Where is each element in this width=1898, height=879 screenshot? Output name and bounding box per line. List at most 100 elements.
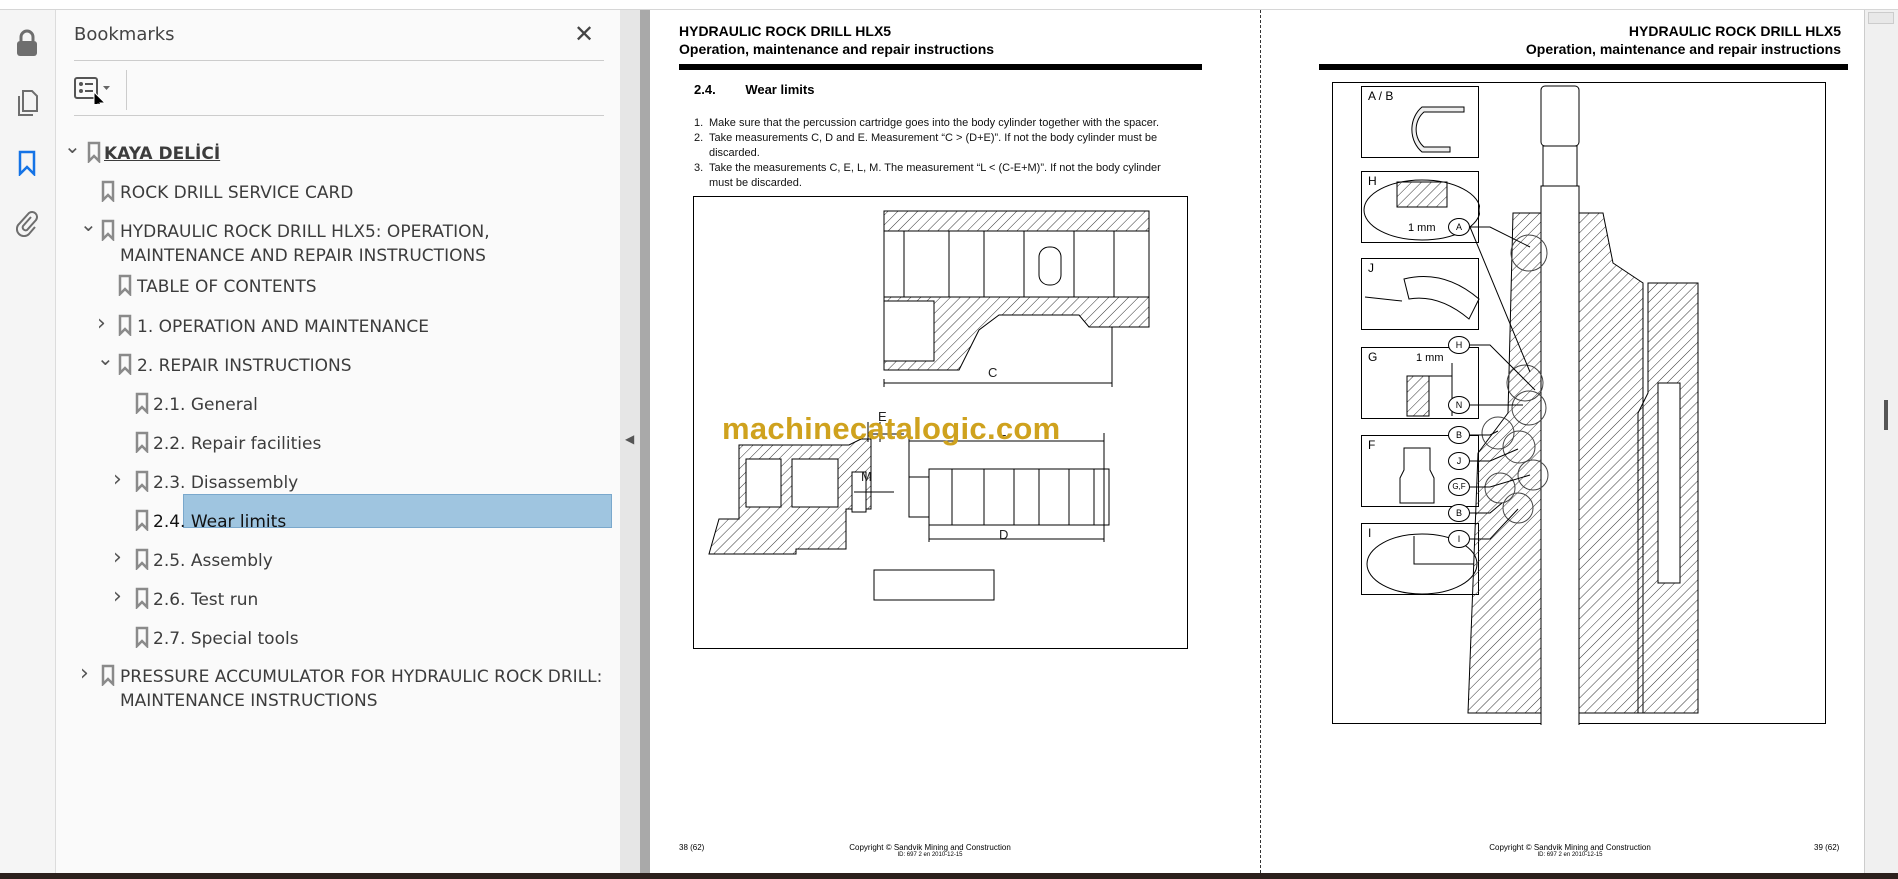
divider bbox=[74, 60, 604, 61]
bookmark-item[interactable]: 2.1. General bbox=[56, 391, 606, 421]
copyright-text: Copyright © Sandvik Mining and Construct… bbox=[1489, 843, 1651, 852]
bookmark-label: 2.5. Assembly bbox=[153, 549, 273, 573]
vertical-scrollbar[interactable] bbox=[1864, 10, 1898, 873]
chevron-down-icon[interactable]: ⌄ bbox=[80, 212, 97, 236]
bookmark-item[interactable]: › 1. OPERATION AND MAINTENANCE bbox=[56, 311, 606, 343]
section-title: Wear limits bbox=[745, 82, 815, 97]
wear-points-figure: A / B H 1 mm J G 1 mm F I A H N B J G,F … bbox=[1332, 82, 1826, 725]
bookmark-item[interactable]: › 2.5. Assembly bbox=[56, 545, 606, 577]
bookmark-item[interactable]: TABLE OF CONTENTS bbox=[56, 273, 606, 303]
bookmark-label-line: 2.7. Special tools bbox=[153, 629, 299, 649]
bookmark-item[interactable]: › 2.6. Test run bbox=[56, 584, 606, 616]
step-text-cont: discarded. bbox=[709, 147, 760, 159]
chevron-down-icon[interactable]: ⌄ bbox=[97, 346, 114, 370]
step-number: 3. bbox=[694, 162, 704, 174]
chevron-right-icon[interactable]: › bbox=[113, 467, 127, 492]
bookmark-item[interactable]: ⌄ HYDRAULIC ROCK DRILL HLX5: OPERATION, MA… bbox=[56, 212, 606, 266]
bookmark-label-line: HYDRAULIC ROCK DRILL HLX5: OPERATION, bbox=[120, 222, 490, 242]
bookmark-icon bbox=[118, 274, 132, 298]
bookmark-item[interactable]: ⌄ 2. REPAIR INSTRUCTIONS bbox=[56, 346, 606, 382]
callout-i: I bbox=[1448, 530, 1470, 548]
header-subtitle: Operation, maintenance and repair instru… bbox=[1525, 41, 1841, 57]
bookmark-label-line: PRESSURE ACCUMULATOR FOR HYDRAULIC ROCK … bbox=[120, 667, 603, 687]
bookmark-label-line: TABLE OF CONTENTS bbox=[137, 277, 317, 297]
bookmark-label: PRESSURE ACCUMULATOR FOR HYDRAULIC ROCK … bbox=[120, 665, 602, 713]
callout-j: J bbox=[1448, 452, 1470, 470]
bookmark-icon bbox=[135, 392, 149, 416]
callout-a: A bbox=[1448, 218, 1470, 236]
bookmark-label-line: 2.3. Disassembly bbox=[153, 473, 299, 493]
section-number: 2.4. bbox=[694, 82, 716, 97]
bookmark-icon bbox=[118, 353, 132, 377]
toolbar-separator bbox=[126, 70, 127, 110]
bookmark-item[interactable]: 2.4. Wear limits bbox=[56, 508, 606, 538]
page-number: 38 (62) bbox=[679, 843, 705, 852]
left-tool-rail bbox=[0, 10, 56, 873]
collapse-panel-icon[interactable]: ◀ bbox=[625, 432, 635, 448]
bookmark-item[interactable]: 2.7. Special tools bbox=[56, 625, 606, 655]
panel-title: Bookmarks bbox=[74, 24, 175, 45]
step-number: 1. bbox=[694, 117, 704, 129]
right-page-header: HYDRAULIC ROCK DRILL HLX5 Operation, mai… bbox=[1400, 22, 1841, 58]
bookmark-label-line: MAINTENANCE INSTRUCTIONS bbox=[120, 691, 378, 711]
bookmark-label: 2.4. Wear limits bbox=[153, 510, 286, 534]
divider bbox=[74, 115, 604, 116]
bookmark-item[interactable]: ROCK DRILL SERVICE CARD bbox=[56, 179, 606, 209]
header-title: HYDRAULIC ROCK DRILL HLX5 bbox=[679, 23, 892, 39]
bookmark-item[interactable]: 2.2. Repair facilities bbox=[56, 430, 606, 460]
bookmark-label-line: 2.4. Wear limits bbox=[153, 512, 287, 532]
bookmark-label-line: ROCK DRILL SERVICE CARD bbox=[120, 183, 354, 203]
lock-icon[interactable] bbox=[12, 28, 42, 58]
bookmark-label: 2.1. General bbox=[153, 393, 258, 417]
attachment-icon[interactable] bbox=[12, 208, 42, 238]
left-page-header: HYDRAULIC ROCK DRILL HLX5 Operation, mai… bbox=[679, 22, 994, 58]
bookmark-icon bbox=[101, 180, 115, 204]
chevron-right-icon[interactable]: › bbox=[80, 661, 94, 686]
bookmark-icon bbox=[135, 470, 149, 494]
dimension-label-m: M bbox=[861, 469, 872, 484]
bookmark-label-line: 1. OPERATION AND MAINTENANCE bbox=[137, 317, 429, 337]
step-text: Take measurements C, D and E. Measuremen… bbox=[709, 132, 1158, 144]
bookmark-icon[interactable] bbox=[12, 148, 42, 178]
bookmark-label: 2.6. Test run bbox=[153, 588, 258, 612]
header-title: HYDRAULIC ROCK DRILL HLX5 bbox=[1628, 23, 1841, 39]
callout-g-f: G,F bbox=[1448, 478, 1470, 496]
scrollbar-thumb[interactable] bbox=[1884, 400, 1888, 430]
copyright: Copyright © Sandvik Mining and Construct… bbox=[1470, 843, 1670, 858]
bookmark-label-line: 2.5. Assembly bbox=[153, 551, 273, 571]
bookmark-label-line: KAYA DELİCİ bbox=[104, 144, 221, 164]
scroll-up-button[interactable] bbox=[1868, 12, 1894, 24]
bookmark-label-line: 2. REPAIR INSTRUCTIONS bbox=[137, 356, 352, 376]
dimension-label-d: D bbox=[999, 527, 1009, 542]
bookmark-icon bbox=[101, 664, 115, 688]
watermark: machinecatalogic.com bbox=[722, 411, 1061, 446]
bookmark-item[interactable]: › PRESSURE ACCUMULATOR FOR HYDRAULIC ROCK… bbox=[56, 661, 606, 711]
chevron-right-icon[interactable]: › bbox=[113, 584, 127, 609]
close-panel-button[interactable]: ✕ bbox=[570, 20, 598, 48]
bookmark-icon bbox=[135, 431, 149, 455]
bookmark-item[interactable]: ⌄ KAYA DELİCİ bbox=[56, 134, 606, 170]
bookmark-label: KAYA DELİCİ bbox=[104, 142, 220, 166]
page-separator bbox=[1260, 10, 1261, 873]
callout-b: B bbox=[1448, 426, 1470, 444]
header-rule bbox=[679, 64, 1202, 70]
chevron-right-icon[interactable]: › bbox=[113, 545, 127, 570]
bookmark-icon bbox=[135, 548, 149, 572]
chevron-down-icon[interactable]: ⌄ bbox=[64, 134, 81, 158]
step-number: 2. bbox=[694, 132, 704, 144]
bookmark-item[interactable]: › 2.3. Disassembly bbox=[56, 467, 606, 499]
bookmark-label-line: 2.6. Test run bbox=[153, 590, 259, 610]
rock-drill-section-drawing bbox=[1467, 85, 1699, 725]
pages-icon[interactable] bbox=[12, 88, 42, 118]
bookmark-label: TABLE OF CONTENTS bbox=[137, 275, 317, 299]
step-text: Take the measurements C, E, L, M. The me… bbox=[709, 162, 1161, 174]
header-rule bbox=[1319, 64, 1848, 70]
step-text: Make sure that the percussion cartridge … bbox=[709, 117, 1160, 129]
bookmark-icon bbox=[118, 314, 132, 338]
chevron-right-icon[interactable]: › bbox=[97, 311, 111, 336]
copyright: Copyright © Sandvik Mining and Construct… bbox=[830, 843, 1030, 858]
bookmark-options-button[interactable] bbox=[74, 74, 118, 111]
top-border bbox=[0, 0, 1898, 10]
bookmark-label: 2.3. Disassembly bbox=[153, 471, 298, 495]
header-subtitle: Operation, maintenance and repair instru… bbox=[679, 41, 995, 57]
